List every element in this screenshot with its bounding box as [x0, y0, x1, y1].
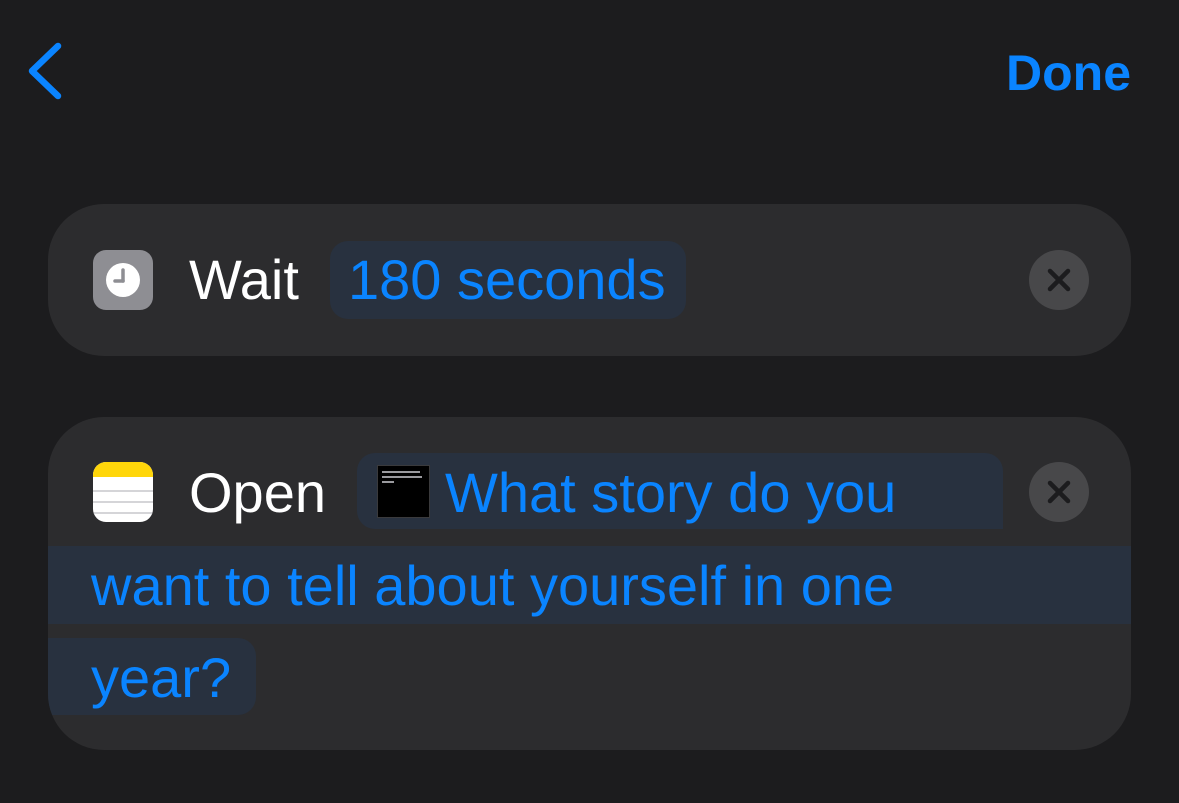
remove-wait-action-button[interactable] — [1029, 250, 1089, 310]
note-parameter-line-1[interactable]: What story do you — [357, 453, 1003, 529]
remove-open-action-button[interactable] — [1029, 462, 1089, 522]
wait-action-card[interactable]: Wait 180 seconds — [48, 204, 1131, 356]
chevron-left-icon — [28, 42, 62, 100]
xmark-circle-icon — [1047, 480, 1071, 504]
notes-app-icon — [93, 462, 153, 522]
note-thumbnail-icon — [377, 465, 430, 518]
note-parameter-line-2[interactable]: want to tell about yourself in one — [48, 546, 1131, 624]
back-button[interactable] — [22, 38, 72, 104]
open-note-action-card[interactable]: Open What story do you want to tell abou… — [48, 417, 1131, 750]
open-action-label: Open — [189, 461, 326, 524]
clock-app-icon — [93, 250, 153, 310]
note-title-text-line-2: want to tell about yourself in one — [91, 554, 895, 617]
note-title-text-line-3: year? — [91, 646, 232, 709]
wait-action-label: Wait — [189, 248, 299, 311]
done-button[interactable]: Done — [1006, 44, 1131, 102]
xmark-circle-icon — [1047, 268, 1071, 292]
note-parameter-line-3[interactable]: year? — [48, 638, 256, 715]
note-title-text-line-1: What story do you — [445, 461, 897, 524]
wait-duration-parameter[interactable]: 180 seconds — [330, 241, 686, 319]
